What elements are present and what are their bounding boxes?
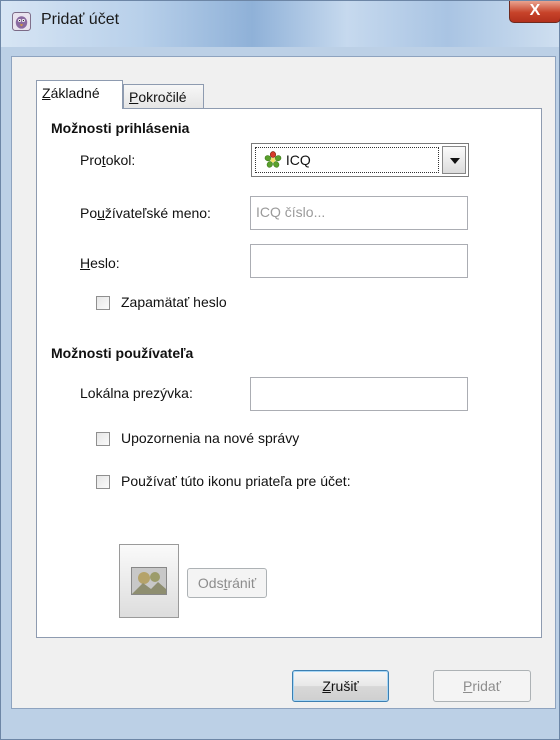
tab-basic[interactable]: Základné [36,80,123,109]
basic-tab-panel: Možnosti prihlásenia Protokol: ICQ Použí… [36,108,542,638]
protocol-label: Protokol: [80,152,136,168]
user-options-title: Možnosti používateľa [51,345,194,361]
local-alias-label: Lokálna prezývka: [80,385,193,401]
window-title: Pridať účet [41,11,120,28]
new-mail-notify-label: Upozornenia na nové správy [121,430,300,446]
title-bar: Pridať účet X [1,1,560,47]
remove-icon-button[interactable]: Odstrániť [187,568,267,598]
pidgin-icon [12,12,31,31]
buddy-image-icon [131,567,167,595]
new-mail-notify-checkbox[interactable] [96,432,110,446]
add-button[interactable]: Pridať [433,670,531,702]
cancel-button[interactable]: Zrušiť [292,670,389,702]
remember-password-checkbox[interactable] [96,296,110,310]
protocol-selected-value: ICQ [255,147,439,173]
password-input[interactable] [250,244,468,278]
icq-flower-icon [264,151,282,168]
username-input[interactable]: ICQ číslo... [250,196,468,230]
password-label: Heslo: [80,255,120,271]
protocol-select[interactable]: ICQ [251,143,469,177]
dialog-client: Základné Pokročilé Možnosti prihlásenia … [11,56,556,709]
username-label: Používateľské meno: [80,205,211,221]
login-options-title: Možnosti prihlásenia [51,120,190,136]
remember-password-label: Zapamätať heslo [121,294,227,310]
use-buddy-icon-label: Používať túto ikonu priateľa pre účet: [121,473,351,489]
local-alias-input[interactable] [250,377,468,411]
chevron-down-icon[interactable] [442,146,466,174]
close-icon: X [529,2,541,19]
add-account-window: Pridať účet X Základné Pokročilé Možnost… [0,0,560,740]
close-button[interactable]: X [509,1,560,23]
window-bottom-frame [1,709,559,739]
tab-advanced[interactable]: Pokročilé [123,84,204,109]
use-buddy-icon-checkbox[interactable] [96,475,110,489]
buddy-icon-button[interactable] [119,544,179,618]
